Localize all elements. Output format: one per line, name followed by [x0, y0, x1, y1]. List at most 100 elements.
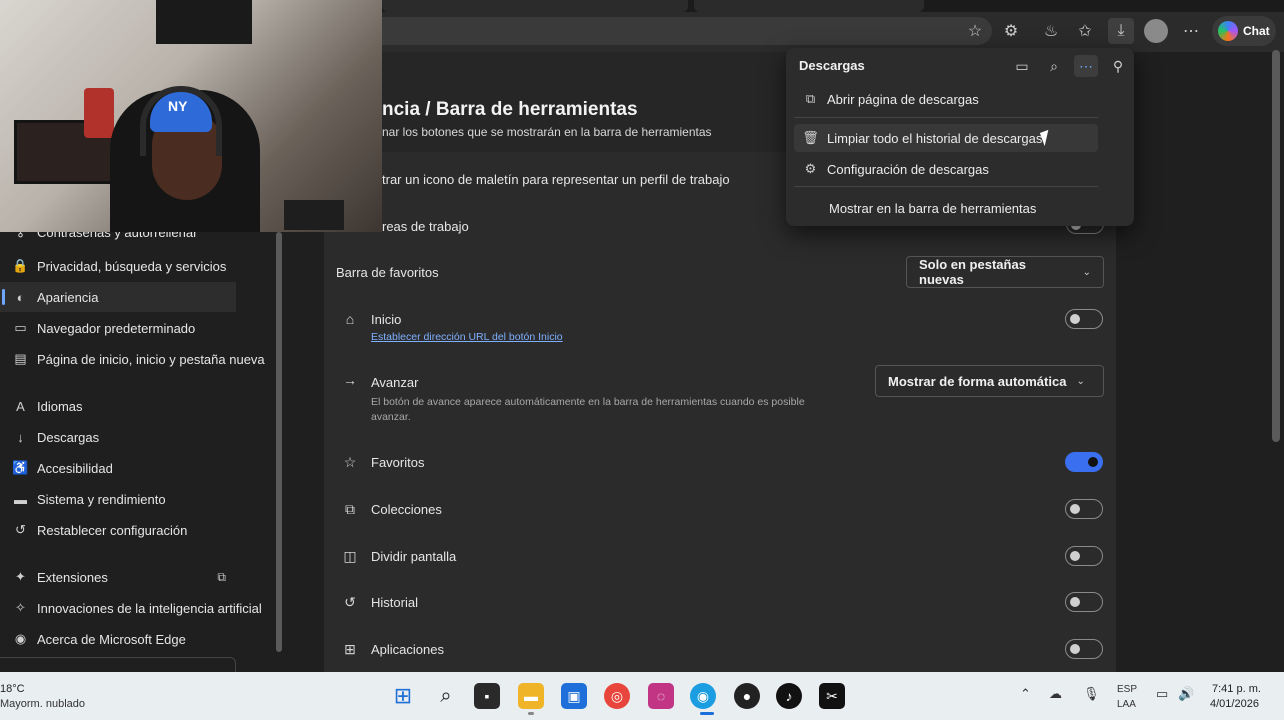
- open-downloads-page-item[interactable]: ⧉ Abrir página de descargas: [794, 85, 1098, 113]
- sidebar-item-label: Navegador predeterminado: [37, 320, 196, 336]
- sidebar-item-ai[interactable]: ✧ Innovaciones de la inteligencia artifi…: [0, 593, 278, 623]
- file-explorer-icon[interactable]: ▬: [518, 683, 544, 709]
- webcam-overlay: NY: [0, 0, 382, 232]
- sidebar-scrollbar[interactable]: [276, 232, 282, 652]
- chevron-up-icon[interactable]: ⌃: [1020, 686, 1031, 702]
- sidebar-item-label: Extensiones: [37, 569, 108, 585]
- sidebar-item-start-page[interactable]: ▤ Página de inicio, inicio y pestaña nue…: [0, 344, 278, 374]
- browser-tab[interactable]: [382, 0, 688, 12]
- volume-icon[interactable]: 🔊: [1178, 686, 1194, 702]
- downloads-title: Descargas: [799, 58, 865, 73]
- clock-time[interactable]: 7:41 p. m.: [1212, 683, 1261, 695]
- sidebar-item-privacy[interactable]: 🔒 Privacidad, búsqueda y servicios: [0, 251, 240, 281]
- lock-icon: 🔒: [12, 258, 29, 273]
- download-settings-item[interactable]: ⚙ Configuración de descargas: [794, 155, 1098, 183]
- tiktok-icon[interactable]: ♪: [776, 683, 802, 709]
- chevron-down-icon: ⌄: [1076, 375, 1085, 387]
- windows-start-icon[interactable]: ⊞: [390, 683, 416, 709]
- colecciones-toggle[interactable]: [1065, 499, 1103, 519]
- task-view-icon[interactable]: ▪: [474, 683, 500, 709]
- microphone-icon[interactable]: 🎙: [1083, 686, 1100, 702]
- sidebar-item-appearance[interactable]: ◐ Apariencia: [0, 282, 236, 312]
- keyboard: [284, 200, 344, 230]
- chevron-down-icon: ⌄: [1082, 266, 1091, 278]
- favorites-icon[interactable]: ✩: [1072, 18, 1098, 44]
- search-icon[interactable]: ⌕: [1042, 55, 1066, 77]
- onedrive-icon[interactable]: ☁: [1049, 686, 1062, 702]
- avanzar-dropdown[interactable]: Mostrar de forma automática ⌄: [875, 365, 1104, 397]
- favorite-star-icon[interactable]: ☆: [962, 18, 988, 44]
- menu-item-label: Mostrar en la barra de herramientas: [829, 200, 1037, 216]
- sidebar-item-downloads[interactable]: ↓ Descargas: [0, 422, 240, 452]
- inicio-toggle[interactable]: [1065, 309, 1103, 329]
- settings-sidebar: ⚷ Contraseñas y autorrellenar 🔒 Privacid…: [0, 224, 278, 672]
- sidebar-item-system[interactable]: ▬ Sistema y rendimiento: [0, 484, 240, 514]
- sidebar-item-accessibility[interactable]: ♿ Accesibilidad: [0, 453, 240, 483]
- profile-avatar[interactable]: [1144, 19, 1168, 43]
- sidebar-item-extensions[interactable]: ✦ Extensiones ⧉: [0, 562, 240, 592]
- pin-icon[interactable]: ⚲: [1106, 55, 1130, 77]
- home-page-icon: ▤: [14, 351, 27, 366]
- aplicaciones-toggle[interactable]: [1065, 639, 1103, 659]
- search-icon[interactable]: ⌕: [433, 683, 459, 709]
- home-icon: ⌂: [345, 311, 355, 327]
- avanzar-label: Avanzar: [371, 375, 419, 390]
- page-scrollbar[interactable]: [1272, 50, 1280, 442]
- sidebar-item-about[interactable]: ◉ Acerca de Microsoft Edge: [0, 624, 240, 654]
- inicio-url-link[interactable]: Establecer dirección URL del botón Inici…: [371, 331, 563, 343]
- weather-description[interactable]: Mayorm. nublado: [0, 698, 85, 710]
- favorites-star-icon: ☆: [343, 453, 357, 470]
- sidebar-item-label: Accesibilidad: [37, 460, 113, 476]
- favoritos-toggle[interactable]: [1065, 452, 1103, 472]
- sidebar-item-languages[interactable]: A Idiomas: [0, 391, 240, 421]
- dividir-toggle[interactable]: [1065, 546, 1103, 566]
- copilot-chat-button[interactable]: Chat: [1212, 16, 1276, 46]
- extensions-icon: ✦: [15, 569, 26, 584]
- menu-item-label: Limpiar todo el historial de descargas: [827, 130, 1043, 146]
- game-icon[interactable]: ●: [734, 683, 760, 709]
- sidebar-item-reset[interactable]: ↺ Restablecer configuración: [0, 515, 240, 545]
- store-icon[interactable]: ▣: [561, 683, 587, 709]
- menu-item-label: Configuración de descargas: [827, 161, 989, 177]
- sidebar-item-label: Privacidad, búsqueda y servicios: [37, 258, 227, 274]
- download-icon[interactable]: ⤓: [1108, 18, 1134, 44]
- language-code[interactable]: ESP: [1117, 684, 1137, 695]
- sidebar-item-label: Acerca de Microsoft Edge: [37, 631, 186, 647]
- extensions-icon[interactable]: ⚙: [998, 18, 1024, 44]
- performance-icon[interactable]: ♨: [1038, 18, 1064, 44]
- more-options-icon[interactable]: ⋯: [1074, 55, 1098, 77]
- ai-icon: ✧: [15, 600, 26, 615]
- weather-temperature[interactable]: 18°C: [0, 683, 25, 695]
- cap-logo: NY: [168, 98, 188, 114]
- menu-divider: [794, 186, 1098, 187]
- edge-icon[interactable]: ◉: [690, 683, 716, 709]
- sidebar-item-default-browser[interactable]: ▭ Navegador predeterminado: [0, 313, 240, 343]
- apps-icon: ⊞: [344, 640, 356, 657]
- open-external-icon: ⧉: [217, 569, 226, 584]
- tab-strip: [382, 0, 1284, 12]
- network-icon[interactable]: ▭: [1156, 686, 1168, 702]
- favorites-bar-dropdown[interactable]: Solo en pestañas nuevas ⌄: [906, 256, 1104, 288]
- chrome-icon[interactable]: ◎: [604, 683, 630, 709]
- download-icon: ↓: [17, 429, 24, 445]
- clear-download-history-item[interactable]: 🗑 Limpiar todo el historial de descargas: [794, 124, 1098, 152]
- work-profile-row-label: trar un icono de maletín para representa…: [382, 172, 730, 187]
- avanzar-value: Mostrar de forma automática: [888, 373, 1067, 389]
- accessibility-icon: ♿: [12, 460, 29, 475]
- clock-date[interactable]: 4/01/2026: [1210, 698, 1259, 710]
- show-in-toolbar-item[interactable]: Mostrar en la barra de herramientas: [794, 194, 1098, 222]
- aplicaciones-label: Aplicaciones: [371, 642, 444, 657]
- menu-divider: [794, 117, 1098, 118]
- keyboard-layout[interactable]: LAA: [1117, 699, 1136, 710]
- gear-icon: ⚙: [804, 161, 817, 176]
- capcut-icon[interactable]: ✂: [819, 683, 845, 709]
- colecciones-label: Colecciones: [371, 502, 442, 517]
- more-options-icon[interactable]: ⋯: [1178, 18, 1204, 44]
- edge-icon: ◉: [14, 631, 27, 646]
- historial-toggle[interactable]: [1065, 592, 1103, 612]
- address-bar[interactable]: [382, 17, 992, 45]
- browser-tab[interactable]: [694, 0, 924, 12]
- folder-icon[interactable]: ▭: [1010, 55, 1034, 77]
- reset-icon: ↺: [15, 522, 26, 537]
- instagram-icon[interactable]: ◌: [648, 683, 674, 709]
